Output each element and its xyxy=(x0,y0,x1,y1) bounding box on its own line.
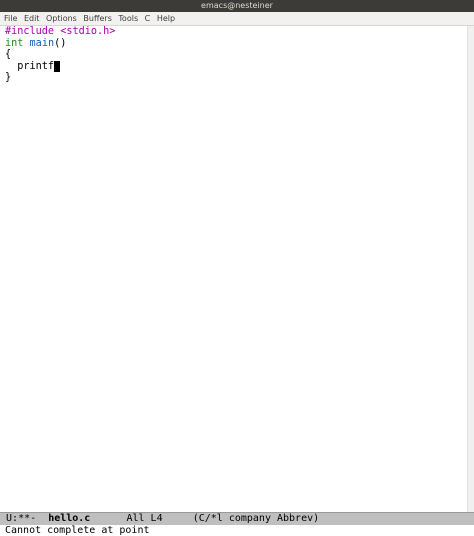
menu-bar: File Edit Options Buffers Tools C Help xyxy=(0,12,474,26)
right-fringe xyxy=(467,26,474,512)
menu-tools[interactable]: Tools xyxy=(118,12,138,25)
menu-file[interactable]: File xyxy=(4,12,17,25)
mode-line: U:**- hello.c All L4 (C/*l company Abbre… xyxy=(0,512,474,525)
code-line-5: } xyxy=(5,72,12,83)
code-line-2: int main() xyxy=(0,38,468,50)
function-parens: () xyxy=(54,37,67,49)
text-cursor xyxy=(54,60,61,72)
buffer-status: U:**- xyxy=(6,513,37,524)
major-minor-modes[interactable]: (C/*l company Abbrev) xyxy=(193,513,319,524)
window-title: emacs@nesteiner xyxy=(0,0,474,12)
buffer-position: All L4 xyxy=(126,513,163,524)
menu-help[interactable]: Help xyxy=(157,12,175,25)
menu-options[interactable]: Options xyxy=(46,12,77,25)
code-line-3: { xyxy=(5,49,12,60)
buffer-name[interactable]: hello.c xyxy=(48,513,90,524)
type-keyword: int xyxy=(5,37,24,49)
editor-area[interactable]: #include <stdio.h> int main() { printf } xyxy=(0,26,468,512)
include-directive: #include xyxy=(5,26,55,37)
menu-buffers[interactable]: Buffers xyxy=(83,12,111,25)
code-line-1: #include <stdio.h> xyxy=(0,26,468,38)
menu-edit[interactable]: Edit xyxy=(24,12,40,25)
include-header: <stdio.h> xyxy=(60,26,116,37)
code-line-4: printf xyxy=(0,60,468,73)
function-name: main xyxy=(29,37,55,49)
minibuffer[interactable]: Cannot complete at point xyxy=(0,525,474,536)
printf-text: printf xyxy=(5,60,55,72)
menu-c[interactable]: C xyxy=(145,12,151,25)
